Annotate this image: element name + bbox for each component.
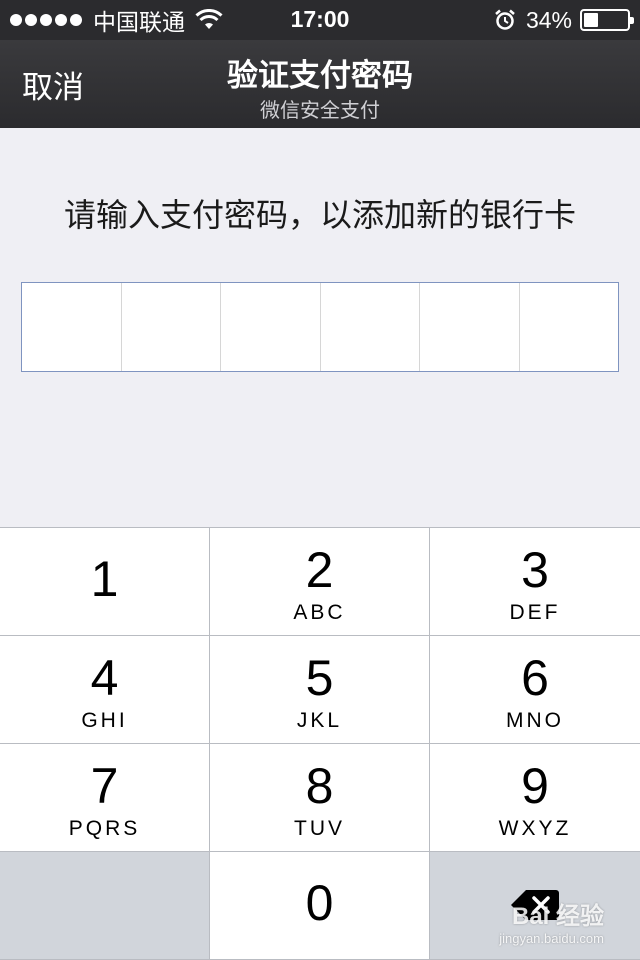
key-digit: 2 [305, 542, 334, 598]
password-digit-cell [122, 283, 221, 371]
status-right: 34% [494, 6, 634, 34]
key-9[interactable]: 9 WXYZ [430, 744, 640, 851]
key-letters: WXYZ [498, 817, 572, 840]
delete-button[interactable] [430, 852, 640, 959]
password-digit-cell [520, 283, 619, 371]
password-digit-cell [22, 283, 122, 371]
key-letters: PQRS [68, 817, 141, 840]
key-letters: TUV [294, 817, 345, 840]
alarm-icon [495, 9, 515, 30]
key-digit: 1 [90, 551, 119, 607]
password-input[interactable] [21, 282, 619, 372]
key-6[interactable]: 6 MNO [430, 636, 640, 743]
key-1[interactable]: 1 [0, 528, 209, 635]
key-letters: GHI [81, 709, 128, 732]
numeric-keypad: 1 2 ABC 3 DEF 4 GHI 5 JKL 6 MNO 7 PQRS 8… [0, 527, 640, 960]
key-digit: 5 [305, 650, 334, 706]
password-prompt: 请输入支付密码，以添加新的银行卡 [63, 196, 576, 234]
key-digit: 0 [305, 875, 334, 931]
status-bar: 中国联通 17:00 34% [0, 0, 640, 40]
key-4[interactable]: 4 GHI [0, 636, 209, 743]
key-5[interactable]: 5 JKL [210, 636, 429, 743]
key-blank [0, 852, 209, 959]
key-7[interactable]: 7 PQRS [0, 744, 209, 851]
key-digit: 6 [521, 650, 549, 706]
battery-percent: 34% [525, 6, 572, 33]
password-digit-cell [321, 283, 420, 371]
key-digit: 3 [521, 542, 549, 598]
key-digit: 9 [521, 758, 549, 814]
key-2[interactable]: 2 ABC [210, 528, 429, 635]
key-3[interactable]: 3 DEF [430, 528, 640, 635]
key-digit: 4 [90, 650, 119, 706]
key-letters: DEF [509, 601, 561, 624]
backspace-icon [511, 890, 559, 920]
battery-level [584, 13, 599, 27]
key-letters: JKL [296, 709, 343, 732]
key-digit: 7 [90, 758, 119, 814]
password-digit-cell [221, 283, 321, 371]
key-8[interactable]: 8 TUV [210, 744, 429, 851]
key-letters: ABC [293, 601, 346, 624]
page-title: 验证支付密码 [227, 58, 413, 94]
key-0[interactable]: 0 [210, 852, 429, 959]
key-digit: 8 [305, 758, 334, 814]
password-digit-cell [420, 283, 520, 371]
key-letters: MNO [506, 709, 564, 732]
battery-icon [580, 9, 634, 31]
page-subtitle: 微信安全支付 [260, 98, 380, 122]
nav-bar: 取消 验证支付密码 微信安全支付 [0, 40, 640, 128]
